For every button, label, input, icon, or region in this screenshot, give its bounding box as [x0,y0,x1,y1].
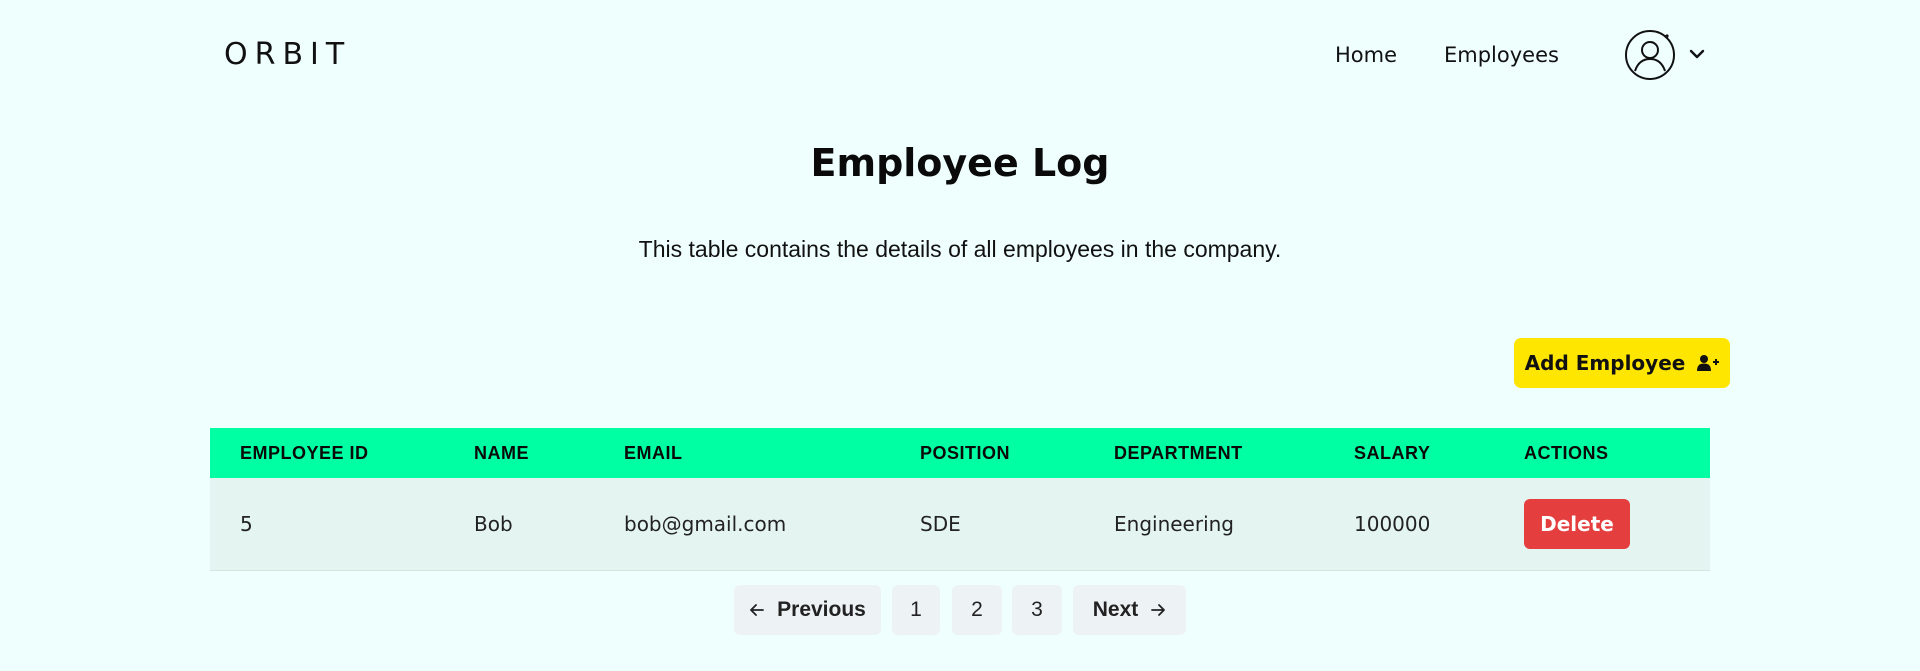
add-employee-label: Add Employee [1524,351,1686,375]
previous-label: Previous [777,598,866,621]
cell-department: Engineering [1114,511,1234,536]
column-header-actions: ACTIONS [1524,442,1609,463]
top-navbar: ORBIT Home Employees [0,0,1920,110]
column-header-salary: SALARY [1354,442,1431,463]
add-employee-button[interactable]: Add Employee [1514,338,1730,388]
page-title: Employee Log [810,141,1110,185]
cell-position: SDE [920,511,961,536]
page-2-button[interactable]: 2 [952,585,1002,635]
cell-name: Bob [474,511,513,536]
next-label: Next [1092,598,1139,621]
next-page-button[interactable]: Next [1073,585,1186,635]
page-1-button[interactable]: 1 [892,585,940,635]
user-plus-icon [1697,355,1720,371]
chevron-down-icon[interactable] [1688,47,1706,61]
nav-employees-link[interactable]: Employees [1444,40,1559,70]
cell-actions: Delete [1494,478,1710,570]
column-header-employee-id: EMPLOYEE ID [240,442,369,463]
column-header-position: POSITION [920,442,1011,463]
pagination: Previous 1 2 3 Next [0,585,1920,635]
nav-home-link[interactable]: Home [1335,40,1397,70]
cell-employee-id: 5 [240,511,253,536]
previous-page-button[interactable]: Previous [734,585,881,635]
page-subtitle: This table contains the details of all e… [638,236,1282,262]
arrow-left-icon [750,604,765,616]
brand-logo[interactable]: ORBIT [224,38,351,72]
cell-salary: 100000 [1354,511,1431,536]
employee-table-container: EMPLOYEE ID NAME EMAIL POSITION DEPARTME… [210,428,1710,571]
table-row: 5 Bob bob@gmail.com SDE Engineering 1000… [210,478,1710,570]
user-circle-icon[interactable] [1624,29,1676,81]
delete-button[interactable]: Delete [1524,498,1630,549]
page-3-button[interactable]: 3 [1012,585,1062,635]
arrow-right-icon [1151,604,1166,616]
column-header-email: EMAIL [624,442,683,463]
cell-email: bob@gmail.com [624,511,787,536]
table-header-row: EMPLOYEE ID NAME EMAIL POSITION DEPARTME… [210,428,1710,478]
column-header-department: DEPARTMENT [1114,442,1243,463]
employee-table: EMPLOYEE ID NAME EMAIL POSITION DEPARTME… [210,428,1710,571]
column-header-name: NAME [474,442,529,463]
